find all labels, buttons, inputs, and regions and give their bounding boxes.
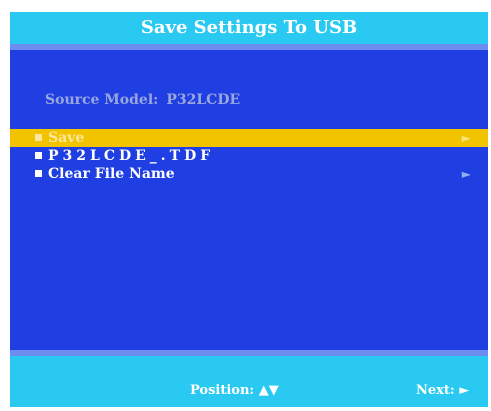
source-model-label: Source Model: xyxy=(45,92,159,108)
source-model: Source Model: P32LCDE xyxy=(45,92,240,108)
osd-screen: Save Settings To USB Source Model: P32LCD… xyxy=(10,12,488,407)
position-hint: Position: ▲▼ xyxy=(190,383,279,398)
arrow-right-icon: ► xyxy=(461,131,471,145)
bullet-icon xyxy=(35,170,42,177)
bullet-icon xyxy=(35,152,42,159)
menu-item-save[interactable]: Save ► xyxy=(10,129,488,147)
next-hint: Next: ► xyxy=(416,383,470,398)
title-divider xyxy=(10,44,488,50)
page-title: Save Settings To USB xyxy=(10,12,488,44)
menu-item-clear-file-name[interactable]: Clear File Name ► xyxy=(10,165,488,183)
bullet-icon xyxy=(35,134,42,141)
menu-item-label: Clear File Name xyxy=(48,166,175,182)
menu-item-filename[interactable]: P32LCDE_.TDF xyxy=(10,147,488,165)
menu-item-label: P32LCDE_.TDF xyxy=(48,148,215,164)
settings-menu: Save ► P32LCDE_.TDF Clear File Name ► xyxy=(10,129,488,183)
footer-bar: Position: ▲▼ Next: ► xyxy=(10,356,488,407)
arrow-right-icon: ► xyxy=(461,167,471,181)
menu-item-label: Save xyxy=(48,130,85,146)
source-model-value: P32LCDE xyxy=(166,92,241,108)
